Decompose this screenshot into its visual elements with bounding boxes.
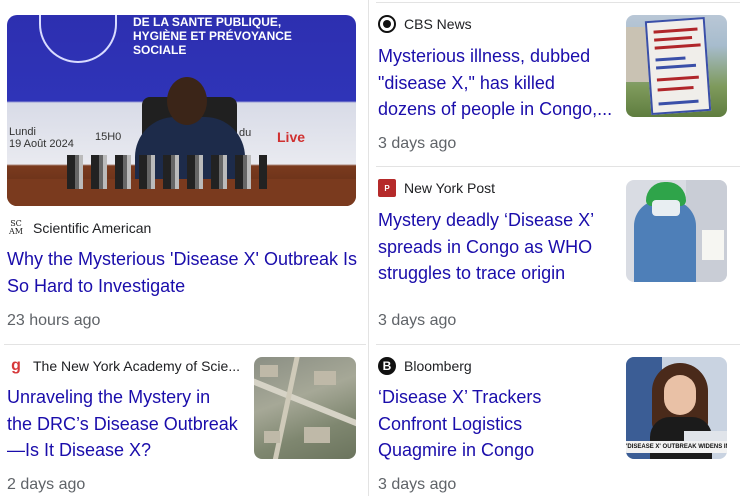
headline-link[interactable]: Unraveling the Mystery in the DRC’s Dise… [7, 384, 247, 464]
source-name: Bloomberg [404, 358, 472, 374]
headline-link[interactable]: ‘Disease X’ Trackers Confront Logistics … [378, 384, 618, 464]
microphones [67, 155, 267, 189]
government-seal-icon [39, 15, 117, 63]
source-name: Scientific American [33, 220, 152, 236]
image-date-text: Lundi 19 Août 2024 [9, 126, 74, 150]
news-card-scientific-american[interactable]: DE LA SANTE PUBLIQUE, HYGIÈNE ET PRÉVOYA… [0, 0, 368, 344]
scientific-american-logo-icon: SC AM [9, 219, 23, 236]
press-conference-image: DE LA SANTE PUBLIQUE, HYGIÈNE ET PRÉVOYA… [7, 15, 356, 206]
bloomberg-logo-icon: B [378, 357, 396, 375]
timestamp: 2 days ago [7, 476, 86, 493]
health-worker-thumbnail [626, 180, 727, 282]
tv-strap-text: 'DISEASE X' OUTBREAK WIDENS IN [626, 441, 727, 453]
source-name: New York Post [404, 180, 496, 196]
source-name: The New York Academy of Scie... [33, 358, 240, 374]
timestamp: 3 days ago [378, 312, 457, 329]
source-name: CBS News [404, 16, 472, 32]
cbs-eye-logo-icon [378, 15, 396, 33]
headline-link[interactable]: Mystery deadly ‘Disease X’ spreads in Co… [378, 207, 618, 287]
image-banner-text: DE LA SANTE PUBLIQUE, HYGIÈNE ET PRÉVOYA… [133, 15, 292, 57]
new-york-post-logo-icon: P [378, 179, 396, 197]
news-anchor-thumbnail: 'DISEASE X' OUTBREAK WIDENS IN [626, 357, 727, 459]
source-row: B Bloomberg [378, 357, 472, 375]
image-time-text: 15H0 [95, 131, 122, 143]
timestamp: 23 hours ago [7, 312, 101, 329]
headline-link[interactable]: Mysterious illness, dubbed "disease X," … [378, 43, 618, 123]
timestamp: 3 days ago [378, 135, 457, 152]
headline-link[interactable]: Why the Mysterious 'Disease X' Outbreak … [7, 246, 357, 299]
source-row: P New York Post [378, 179, 495, 197]
live-badge: Live [277, 129, 306, 145]
hospital-sign-thumbnail [626, 15, 727, 117]
timestamp: 3 days ago [378, 476, 457, 493]
source-row: SC AM Scientific American [7, 219, 151, 237]
aerial-city-thumbnail [254, 357, 356, 459]
source-row: ɡ The New York Academy of Scie... [7, 357, 240, 375]
nyas-logo-icon: ɡ [11, 357, 21, 374]
image-du-text: du [239, 127, 252, 139]
source-row: CBS News [378, 15, 472, 33]
